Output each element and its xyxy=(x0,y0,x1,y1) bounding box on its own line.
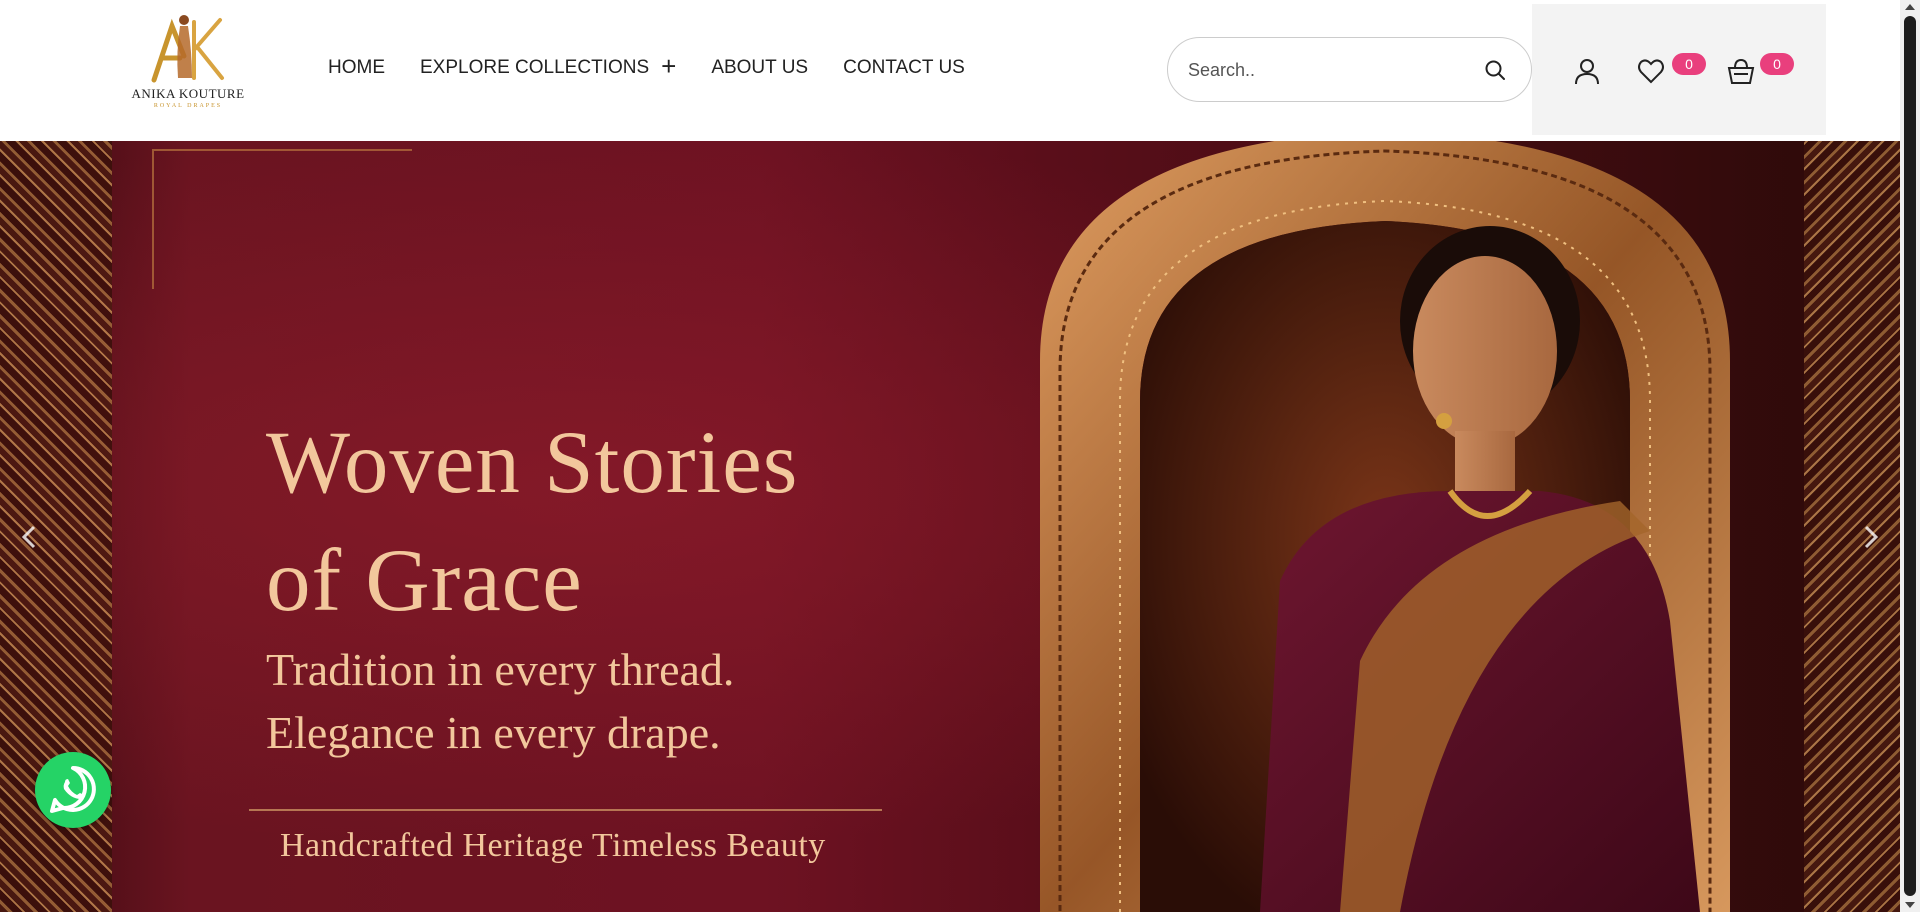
basket-icon[interactable] xyxy=(1726,56,1756,86)
search-box xyxy=(1167,37,1532,102)
hero-divider xyxy=(249,809,882,811)
search-icon[interactable] xyxy=(1483,58,1507,82)
whatsapp-button[interactable] xyxy=(35,752,111,828)
hero-title-line1: Woven Stories xyxy=(266,414,799,512)
brand-name: ANIKA KOUTURE xyxy=(131,86,245,101)
nav-explore-collections[interactable]: EXPLORE COLLECTIONS + xyxy=(420,53,676,79)
hero-title: Woven Stories of Grace xyxy=(266,404,946,640)
nav-about-label: ABOUT US xyxy=(711,56,809,78)
wishlist-count-badge: 0 xyxy=(1672,53,1706,75)
chevron-left-icon[interactable] xyxy=(14,512,44,562)
hero-model-image xyxy=(1260,226,1700,912)
hero-subtitle-line1: Tradition in every thread. xyxy=(266,644,735,695)
hero-title-line2: of Grace xyxy=(266,532,583,630)
nav-home[interactable]: HOME xyxy=(328,57,385,79)
whatsapp-icon xyxy=(50,766,96,813)
brand-logo[interactable]: ANIKA KOUTURE ROYAL DRAPES xyxy=(128,12,248,112)
plus-icon[interactable]: + xyxy=(661,53,676,79)
brand-tagline: ROYAL DRAPES xyxy=(153,103,223,109)
header-actions: 0 0 xyxy=(1532,4,1826,135)
nav-about-us[interactable]: ABOUT US xyxy=(711,57,808,79)
site-header: ANIKA KOUTURE ROYAL DRAPES HOME EXPLORE … xyxy=(0,0,1900,141)
hero-frame-ornament xyxy=(152,149,412,289)
logo-mark-icon xyxy=(151,15,224,83)
hero-subtitle-line2: Elegance in every drape. xyxy=(266,707,721,758)
nav-home-label: HOME xyxy=(328,56,385,78)
user-icon[interactable] xyxy=(1572,56,1602,86)
main-nav: HOME EXPLORE COLLECTIONS + ABOUT US CONT… xyxy=(328,53,965,79)
nav-contact-label: CONTACT US xyxy=(843,56,965,78)
page-scrollbar[interactable] xyxy=(1900,0,1920,912)
scroll-down-arrow-icon[interactable] xyxy=(1905,902,1915,908)
scroll-up-arrow-icon[interactable] xyxy=(1905,4,1915,10)
chevron-right-icon[interactable] xyxy=(1856,512,1886,562)
nav-explore-label: EXPLORE COLLECTIONS xyxy=(420,56,650,78)
page: ANIKA KOUTURE ROYAL DRAPES HOME EXPLORE … xyxy=(0,0,1920,912)
scrollbar-thumb[interactable] xyxy=(1904,16,1916,896)
cart-count-badge: 0 xyxy=(1760,53,1794,75)
hero-subtitle: Tradition in every thread. Elegance in e… xyxy=(266,638,946,764)
heart-icon[interactable] xyxy=(1636,56,1666,86)
hero-tagline: Handcrafted Heritage Timeless Beauty xyxy=(280,827,826,864)
hero-banner: Woven Stories of Grace Tradition in ever… xyxy=(0,141,1900,912)
nav-contact-us[interactable]: CONTACT US xyxy=(843,57,965,79)
search-input[interactable] xyxy=(1188,56,1468,84)
